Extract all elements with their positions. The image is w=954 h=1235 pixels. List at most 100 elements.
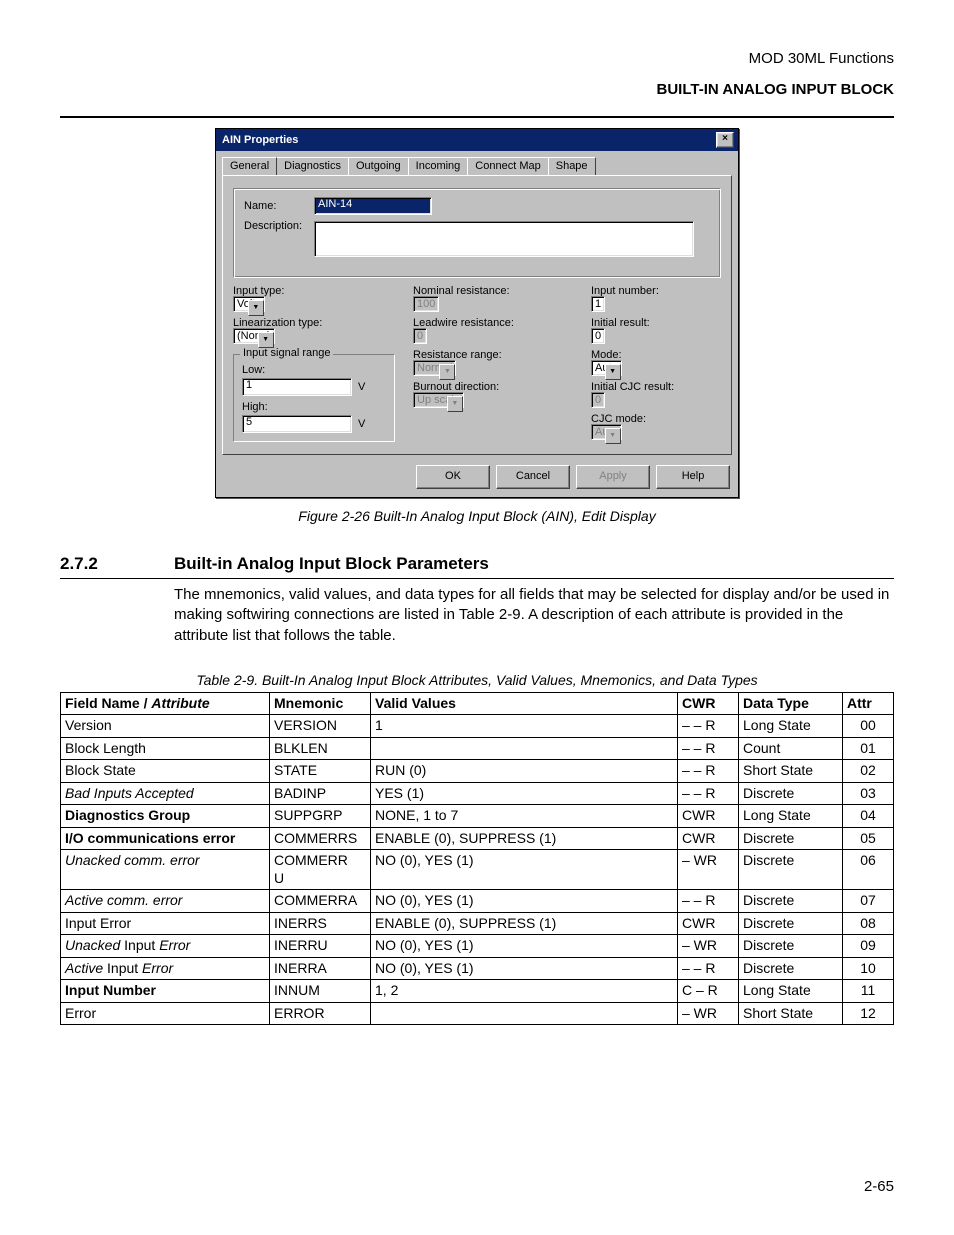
table-cell: [371, 737, 678, 760]
chevron-down-icon[interactable]: [258, 332, 274, 348]
table-cell: Block Length: [61, 737, 270, 760]
page-number: 2-65: [864, 1178, 894, 1195]
table-cell: Discrete: [739, 890, 843, 913]
th-attr: Attr: [843, 692, 894, 715]
table-cell: 08: [843, 912, 894, 935]
tab-general[interactable]: General: [222, 157, 277, 175]
figure-caption: Figure 2-26 Built-In Analog Input Block …: [60, 508, 894, 524]
ok-button[interactable]: OK: [416, 465, 490, 489]
input-signal-range-legend: Input signal range: [240, 348, 333, 359]
titlebar: AIN Properties ×: [216, 129, 738, 151]
table-row: Active comm. errorCOMMERRANO (0), YES (1…: [61, 890, 894, 913]
table-cell: 02: [843, 760, 894, 783]
table-row: Bad Inputs AcceptedBADINPYES (1)– – RDis…: [61, 782, 894, 805]
ain-properties-dialog: AIN Properties × General Diagnostics Out…: [215, 128, 739, 498]
name-label: Name:: [244, 201, 314, 212]
description-label: Description:: [244, 221, 314, 232]
low-label: Low:: [242, 365, 386, 376]
table-cell: Discrete: [739, 912, 843, 935]
close-icon[interactable]: ×: [716, 132, 734, 148]
tab-incoming[interactable]: Incoming: [408, 157, 469, 175]
table-cell: COMMERRS: [270, 827, 371, 850]
table-cell: 10: [843, 957, 894, 980]
table-cell: Long State: [739, 980, 843, 1003]
table-row: VersionVERSION1– – RLong State00: [61, 715, 894, 738]
table-cell: 09: [843, 935, 894, 958]
chevron-down-icon[interactable]: [248, 300, 264, 316]
table-cell: ENABLE (0), SUPPRESS (1): [371, 912, 678, 935]
table-cell: 03: [843, 782, 894, 805]
leadwire-resistance-field: 0: [413, 328, 427, 344]
tab-panel-general: Name: AIN-14 Description: Input type: Vo…: [222, 175, 732, 455]
table-cell: 01: [843, 737, 894, 760]
description-field[interactable]: [314, 221, 694, 257]
table-cell: COMMERRU: [270, 850, 371, 890]
table-cell: – WR: [678, 1002, 739, 1025]
table-cell: RUN (0): [371, 760, 678, 783]
name-field[interactable]: AIN-14: [314, 197, 432, 215]
table-cell: NO (0), YES (1): [371, 935, 678, 958]
section-rule: [60, 578, 894, 579]
table-cell: C – R: [678, 980, 739, 1003]
table-cell: 1, 2: [371, 980, 678, 1003]
input-number-field[interactable]: 1: [591, 296, 605, 312]
table-cell: – WR: [678, 935, 739, 958]
initial-result-field[interactable]: 0: [591, 328, 605, 344]
table-cell: Discrete: [739, 957, 843, 980]
table-cell: 00: [843, 715, 894, 738]
table-cell: Unacked Input Error: [61, 935, 270, 958]
tab-diagnostics[interactable]: Diagnostics: [276, 157, 349, 175]
chevron-down-icon: [605, 428, 621, 444]
table-cell: SUPPGRP: [270, 805, 371, 828]
cancel-button[interactable]: Cancel: [496, 465, 570, 489]
table-cell: NO (0), YES (1): [371, 957, 678, 980]
table-header-row: Field Name / Attribute Mnemonic Valid Va…: [61, 692, 894, 715]
table-cell: CWR: [678, 827, 739, 850]
tab-outgoing[interactable]: Outgoing: [348, 157, 409, 175]
table-row: Active Input ErrorINERRANO (0), YES (1)–…: [61, 957, 894, 980]
table-cell: Version: [61, 715, 270, 738]
initial-cjc-result-field: 0: [591, 392, 605, 408]
table-cell: Discrete: [739, 782, 843, 805]
th-valid-values: Valid Values: [371, 692, 678, 715]
properties-columns: Input type: Volts Linearization type: (N…: [233, 286, 721, 442]
table-cell: ERROR: [270, 1002, 371, 1025]
table-cell: Error: [61, 1002, 270, 1025]
th-cwr: CWR: [678, 692, 739, 715]
table-cell: COMMERRA: [270, 890, 371, 913]
table-cell: Active Input Error: [61, 957, 270, 980]
tab-shape[interactable]: Shape: [548, 157, 596, 175]
tab-connect-map[interactable]: Connect Map: [467, 157, 548, 175]
table-cell: [371, 1002, 678, 1025]
high-field[interactable]: 5: [242, 415, 352, 433]
high-label: High:: [242, 402, 386, 413]
table-row: Diagnostics GroupSUPPGRPNONE, 1 to 7CWRL…: [61, 805, 894, 828]
table-cell: Input Error: [61, 912, 270, 935]
table-caption: Table 2-9. Built-In Analog Input Block A…: [60, 672, 894, 688]
table-cell: CWR: [678, 912, 739, 935]
table-cell: Block State: [61, 760, 270, 783]
table-cell: Long State: [739, 715, 843, 738]
dialog-title: AIN Properties: [220, 135, 298, 146]
table-row: Unacked comm. errorCOMMERRUNO (0), YES (…: [61, 850, 894, 890]
low-unit: V: [358, 382, 365, 393]
table-cell: – – R: [678, 715, 739, 738]
dialog-button-bar: OK Cancel Apply Help: [216, 461, 738, 497]
table-cell: Active comm. error: [61, 890, 270, 913]
table-cell: – – R: [678, 737, 739, 760]
table-cell: 04: [843, 805, 894, 828]
section-body: The mnemonics, valid values, and data ty…: [174, 585, 894, 646]
table-cell: 06: [843, 850, 894, 890]
low-field[interactable]: 1: [242, 378, 352, 396]
nominal-resistance-field: 100: [413, 296, 439, 312]
section-title: Built-in Analog Input Block Parameters: [174, 554, 489, 574]
input-signal-range-group: Input signal range Low: 1 V High: 5 V: [233, 354, 395, 442]
table-cell: Discrete: [739, 827, 843, 850]
table-row: ErrorERROR– WRShort State12: [61, 1002, 894, 1025]
table-cell: – – R: [678, 782, 739, 805]
table-cell: NO (0), YES (1): [371, 850, 678, 890]
chevron-down-icon[interactable]: [605, 364, 621, 380]
table-cell: NO (0), YES (1): [371, 890, 678, 913]
table-cell: BLKLEN: [270, 737, 371, 760]
help-button[interactable]: Help: [656, 465, 730, 489]
